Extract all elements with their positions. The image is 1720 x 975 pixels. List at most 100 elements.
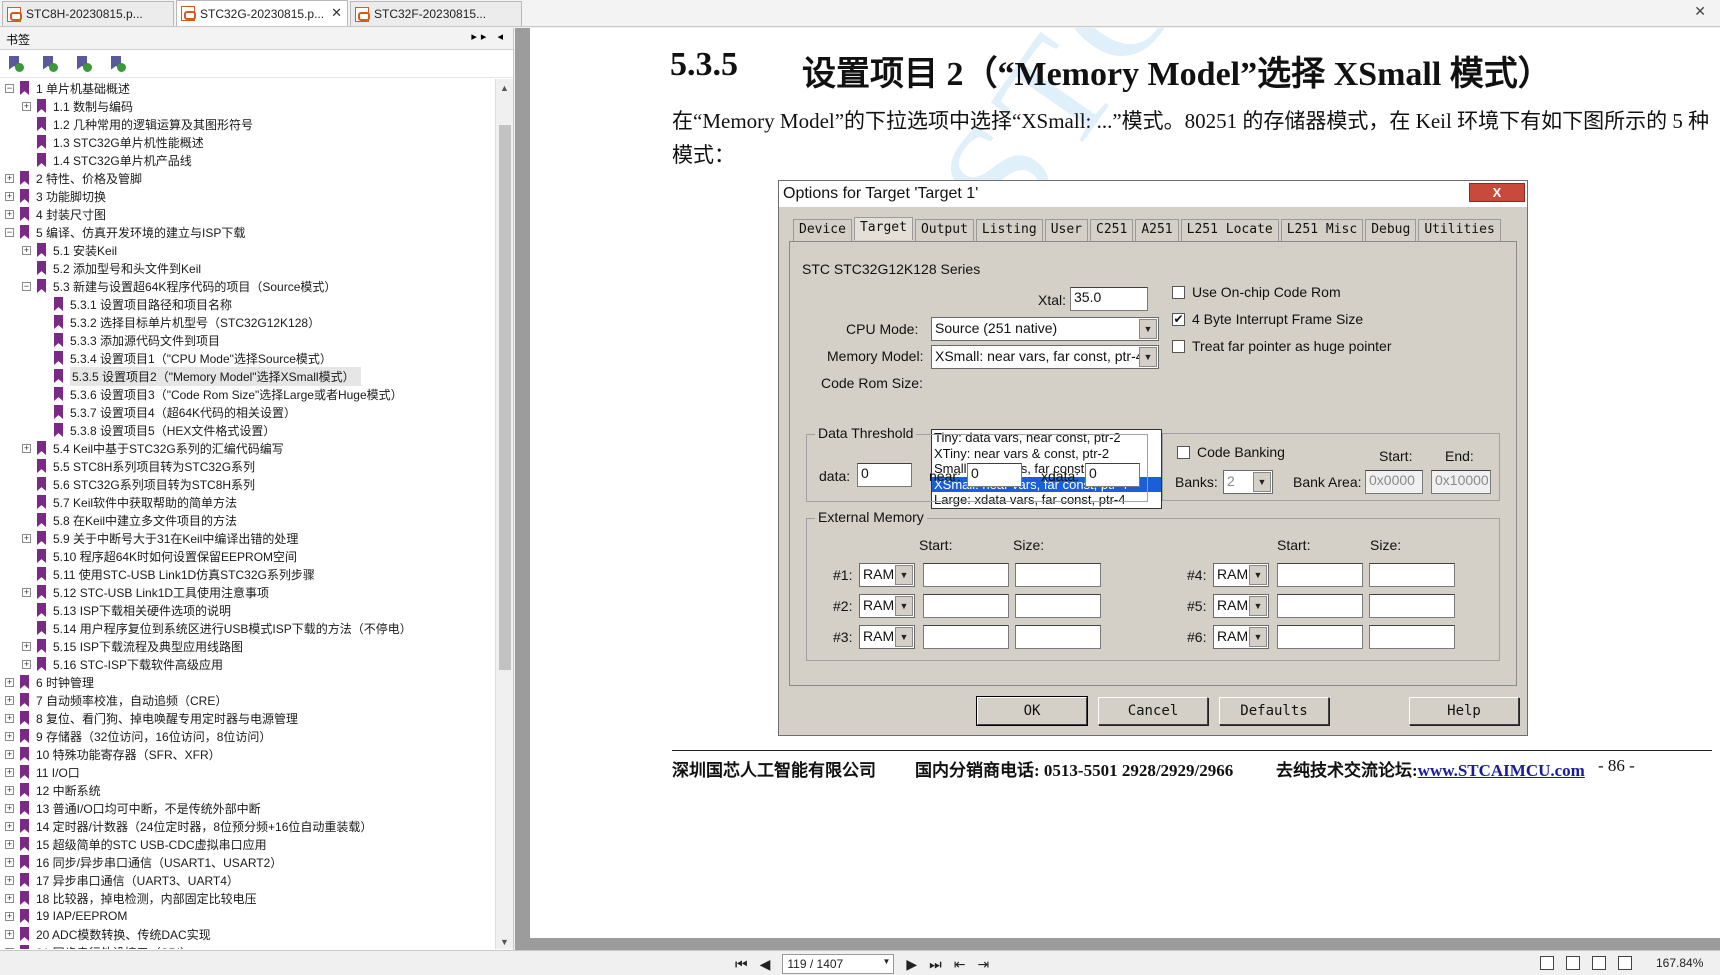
two-page-continuous-icon[interactable]	[1618, 956, 1632, 970]
bookmark-item[interactable]: 5.8 在Keil中建立多文件项目的方法	[0, 511, 495, 529]
footer-forum-link[interactable]: www.STCAIMCU.com	[1418, 761, 1585, 780]
expand-toggle-icon[interactable]: +	[5, 191, 14, 201]
tab-stc32g[interactable]: STC32G-20230815.p... ✕	[176, 0, 348, 26]
bookmark-item[interactable]: +11 I/O口	[0, 763, 495, 781]
close-document-icon[interactable]: ✕	[1694, 3, 1706, 20]
document-view[interactable]: STC 5.3.5 设置项目 2（“Memory Model”选择 XSmall…	[515, 28, 1720, 950]
expand-toggle-icon[interactable]: +	[5, 929, 14, 939]
first-page-icon[interactable]: ⏮	[735, 956, 748, 973]
find-bookmark-icon[interactable]	[108, 54, 128, 74]
expand-toggle-icon[interactable]: +	[5, 695, 14, 705]
tab-stc32f[interactable]: STC32F-20230815...	[350, 1, 522, 26]
bookmark-item[interactable]: +6 时钟管理	[0, 673, 495, 691]
bookmark-item[interactable]: +19 IAP/EEPROM	[0, 907, 495, 925]
bookmark-item[interactable]: +10 特殊功能寄存器（SFR、XFR）	[0, 745, 495, 763]
bookmark-item[interactable]: +5.16 STC-ISP下载软件高级应用	[0, 655, 495, 673]
expand-toggle-icon[interactable]: +	[22, 443, 31, 453]
bookmark-item[interactable]: 5.3.1 设置项目路径和项目名称	[0, 295, 495, 313]
add-bookmark-icon[interactable]	[74, 54, 94, 74]
prev-page-icon[interactable]: ◀	[760, 956, 771, 973]
expand-toggle-icon[interactable]: +	[22, 641, 31, 651]
bookmark-item[interactable]: 5.2 添加型号和头文件到Keil	[0, 259, 495, 277]
expand-toggle-icon[interactable]: +	[5, 947, 14, 949]
expand-toggle-icon[interactable]: +	[5, 209, 14, 219]
collapse-toggle-icon[interactable]: −	[22, 281, 31, 291]
expand-toggle-icon[interactable]: +	[22, 587, 31, 597]
bookmark-item[interactable]: +15 超级简单的STC USB-CDC虚拟串口应用	[0, 835, 495, 853]
bookmark-item[interactable]: 5.3.6 设置项目3（"Code Rom Size"选择Large或者Huge…	[0, 385, 495, 403]
continuous-page-icon[interactable]	[1566, 956, 1580, 970]
bookmark-item[interactable]: +5.4 Keil中基于STC32G系列的汇编代码编写	[0, 439, 495, 457]
last-page-icon[interactable]: ⏭	[929, 956, 942, 973]
bookmark-item[interactable]: +4 封装尺寸图	[0, 205, 495, 223]
bookmark-item[interactable]: 5.14 用户程序复位到系统区进行USB模式ISP下载的方法（不停电）	[0, 619, 495, 637]
tab-stc8h[interactable]: STC8H-20230815.p...	[2, 1, 174, 26]
bookmark-item[interactable]: 5.5 STC8H系列项目转为STC32G系列	[0, 457, 495, 475]
tab-close-icon[interactable]: ✕	[331, 5, 342, 21]
bookmark-item[interactable]: +5.15 ISP下载流程及典型应用线路图	[0, 637, 495, 655]
sidebar-scrollbar[interactable]: ▲ ▼	[495, 79, 513, 949]
expand-toggle-icon[interactable]: +	[5, 911, 14, 921]
two-page-icon[interactable]	[1592, 956, 1606, 970]
bookmark-item[interactable]: 5.3.5 设置项目2（"Memory Model"选择XSmall模式）	[0, 366, 495, 386]
bookmark-item[interactable]: +21 同步串行外设接口（SPI）	[0, 943, 495, 949]
expand-toggle-icon[interactable]: +	[5, 767, 14, 777]
bookmark-item[interactable]: +13 普通I/O口均可中断，不是传统外部中断	[0, 799, 495, 817]
page-number-input[interactable]: 119 / 1407 ▼	[782, 954, 895, 974]
expand-toggle-icon[interactable]: +	[5, 173, 14, 183]
bookmark-item[interactable]: 5.7 Keil软件中获取帮助的简单方法	[0, 493, 495, 511]
bookmark-item[interactable]: 1.4 STC32G单片机产品线	[0, 151, 495, 169]
bookmark-item[interactable]: 1.3 STC32G单片机性能概述	[0, 133, 495, 151]
bookmark-item[interactable]: 5.3.4 设置项目1（"CPU Mode"选择Source模式）	[0, 349, 495, 367]
bookmark-item[interactable]: 5.11 使用STC-USB Link1D仿真STC32G系列步骤	[0, 565, 495, 583]
expand-toggle-icon[interactable]: +	[5, 839, 14, 849]
bookmark-item[interactable]: 5.10 程序超64K时如何设置保留EEPROM空间	[0, 547, 495, 565]
bookmark-item[interactable]: +16 同步/异步串口通信（USART1、USART2）	[0, 853, 495, 871]
bookmark-item[interactable]: +5.12 STC-USB Link1D工具使用注意事项	[0, 583, 495, 601]
expand-toggle-icon[interactable]: +	[5, 713, 14, 723]
bookmark-item[interactable]: − 5 编译、仿真开发环境的建立与ISP下载	[0, 223, 495, 241]
bookmark-item[interactable]: 1.2 几种常用的逻辑运算及其图形符号	[0, 115, 495, 133]
bookmark-item[interactable]: +8 复位、看门狗、掉电唤醒专用定时器与电源管理	[0, 709, 495, 727]
bookmark-item[interactable]: − 1 单片机基础概述	[0, 79, 495, 97]
bookmark-item[interactable]: +9 存储器（32位访问，16位访问，8位访问）	[0, 727, 495, 745]
bookmark-item[interactable]: +3 功能脚切换	[0, 187, 495, 205]
bookmark-item[interactable]: +12 中断系统	[0, 781, 495, 799]
expand-toggle-icon[interactable]: +	[22, 245, 31, 255]
next-page-icon[interactable]: ▶	[906, 956, 917, 973]
expand-toggle-icon[interactable]: +	[22, 101, 31, 111]
expand-toggle-icon[interactable]: +	[22, 533, 31, 543]
bookmark-item[interactable]: − 5.3 新建与设置超64K程序代码的项目（Source模式）	[0, 277, 495, 295]
scroll-up-icon[interactable]: ▲	[500, 83, 509, 93]
forward-view-icon[interactable]: ⇥	[978, 956, 990, 973]
expand-toggle-icon[interactable]: +	[5, 677, 14, 687]
bookmark-item[interactable]: +17 异步串口通信（UART3、UART4）	[0, 871, 495, 889]
collapse-toggle-icon[interactable]: −	[5, 83, 14, 93]
bookmark-item[interactable]: 5.3.2 选择目标单片机型号（STC32G12K128）	[0, 313, 495, 331]
bookmark-item[interactable]: +18 比较器，掉电检测，内部固定比较电压	[0, 889, 495, 907]
expand-toggle-icon[interactable]: +	[5, 803, 14, 813]
bookmark-item[interactable]: +1.1 数制与编码	[0, 97, 495, 115]
expand-toggle-icon[interactable]: +	[5, 749, 14, 759]
bookmark-item[interactable]: +20 ADC模数转换、传统DAC实现	[0, 925, 495, 943]
scrollbar-thumb[interactable]	[499, 125, 511, 670]
expand-toggle-icon[interactable]: +	[5, 875, 14, 885]
bookmark-item[interactable]: +14 定时器/计数器（24位定时器，8位预分频+16位自动重装载）	[0, 817, 495, 835]
bookmark-item[interactable]: 5.6 STC32G系列项目转为STC8H系列	[0, 475, 495, 493]
bookmark-item[interactable]: 5.3.3 添加源代码文件到项目	[0, 331, 495, 349]
expand-bookmark-icon[interactable]	[6, 54, 26, 74]
zoom-level[interactable]: 167.84%	[1656, 956, 1703, 970]
bookmark-item[interactable]: +2 特性、价格及管脚	[0, 169, 495, 187]
chevron-down-icon[interactable]: ▼	[882, 957, 890, 966]
collapse-bookmark-icon[interactable]	[40, 54, 60, 74]
back-view-icon[interactable]: ⇤	[954, 956, 966, 973]
scroll-down-icon[interactable]: ▼	[500, 937, 509, 947]
expand-toggle-icon[interactable]: +	[5, 857, 14, 867]
collapse-toggle-icon[interactable]: −	[5, 227, 14, 237]
expand-toggle-icon[interactable]: +	[5, 893, 14, 903]
bookmark-item[interactable]: +7 自动频率校准，自动追频（CRE）	[0, 691, 495, 709]
sidebar-controls[interactable]: ▸▸ ◂	[471, 30, 507, 43]
expand-toggle-icon[interactable]: +	[5, 785, 14, 795]
expand-toggle-icon[interactable]: +	[5, 821, 14, 831]
single-page-icon[interactable]	[1540, 956, 1554, 970]
